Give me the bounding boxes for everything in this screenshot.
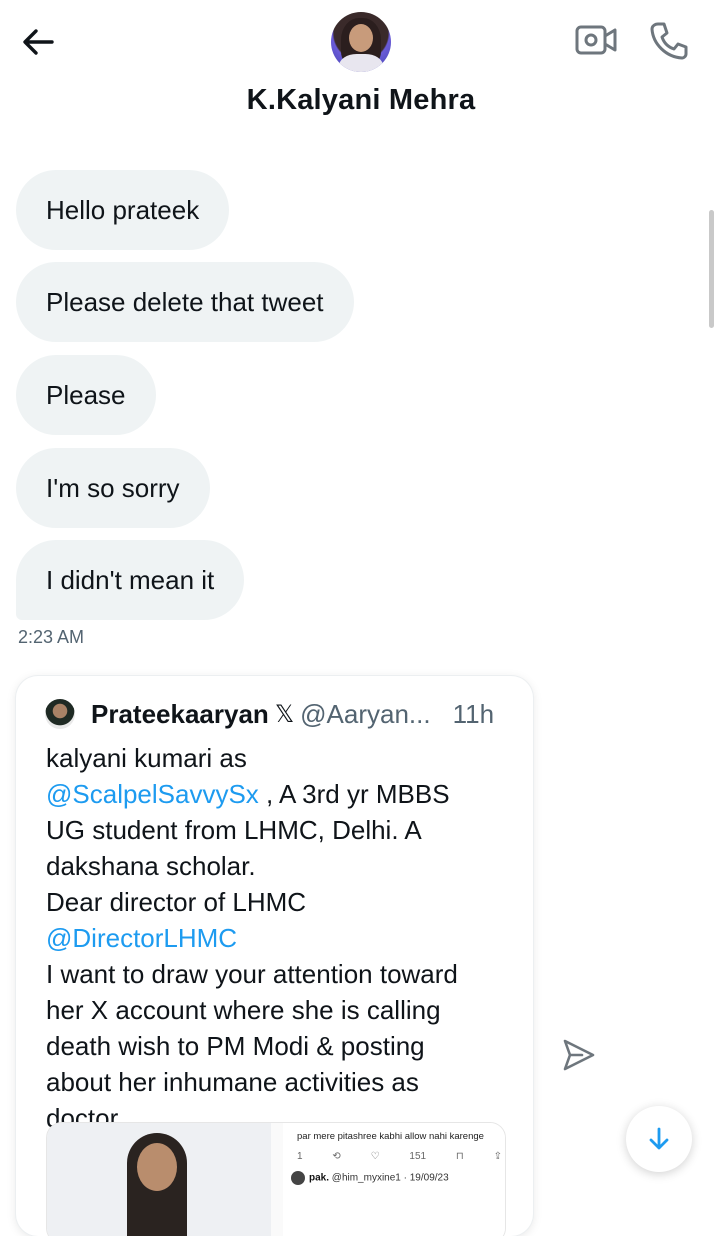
avatar-face [349,24,373,52]
media-stat: 151 [409,1151,427,1162]
back-button[interactable] [18,22,58,62]
media-reply-handle: @him_myxine1 · 19/09/23 [331,1172,449,1184]
video-camera-icon [575,25,617,55]
media-stat: ⇪ [493,1151,502,1162]
media-reply-name: pak. [309,1172,330,1184]
tweet-author-name: Prateekaaryan [91,698,269,729]
media-reply-avatar [291,1171,305,1185]
mention-link[interactable]: @DirectorLHMC [46,923,237,953]
media-reply-user: pak. @him_myxine1 · 19/09/23 [291,1171,449,1185]
tweet-time: 11h [452,698,495,729]
tweet-text: kalyani kumari as @ScalpelSavvySx , A 3r… [46,740,516,1136]
media-stat: 1 [297,1151,303,1162]
back-arrow-icon [23,29,54,55]
tweet-line: kalyani kumari as [46,743,247,773]
conversation-header: K.Kalyani Mehra [0,0,722,150]
media-stats: 1 ⟲ ♡ 151 ⊓ ⇪ [297,1151,502,1162]
media-stat: ⊓ [455,1151,464,1162]
mention-link[interactable]: @ScalpelSavvySx [46,779,259,809]
media-screenshot: par mere pitashree kabhi allow nahi kare… [283,1123,505,1236]
tweet-line: UG student from LHMC, Delhi. A [46,815,422,845]
video-call-button[interactable] [574,20,618,60]
message-bubble[interactable]: Please delete that tweet [16,262,354,342]
arrow-down-icon [649,1127,669,1150]
phone-icon [650,22,688,60]
tweet-header: Prateekaaryan 𝕏 @Aaryan... 11h [45,696,494,732]
media-photo [47,1123,271,1236]
tweet-author-handle: @Aaryan... [300,698,431,729]
message-bubble[interactable]: Please [16,355,156,435]
scroll-to-bottom-button[interactable] [626,1106,692,1172]
avatar-body [339,54,383,72]
contact-avatar[interactable] [331,12,391,72]
contact-name[interactable]: K.Kalyani Mehra [0,84,722,117]
tweet-line: @DirectorLHMC [46,920,516,956]
tweet-line: Dear director of LHMC [46,887,307,917]
x-badge-icon: 𝕏 [274,700,295,728]
tweet-line: dakshana scholar. [46,851,256,881]
tweet-line: death wish to PM Modi & posting [46,1031,425,1061]
share-button[interactable] [560,1036,598,1074]
tweet-media[interactable]: par mere pitashree kabhi allow nahi kare… [46,1122,506,1236]
tweet-line: I want to draw your attention toward [46,959,458,989]
tweet-line: @ScalpelSavvySx , A 3rd yr MBBS [46,776,516,812]
tweet-author-avatar [45,699,75,729]
media-stat: ♡ [370,1151,380,1162]
message-timestamp: 2:23 AM [18,627,85,647]
tweet-line: about her inhumane activities as [46,1067,419,1097]
message-bubble[interactable]: I didn't mean it [16,540,245,620]
media-quoted-text: par mere pitashree kabhi allow nahi kare… [297,1131,484,1142]
scrollbar[interactable] [709,210,714,328]
media-person-face [137,1143,177,1191]
send-icon [563,1039,595,1071]
tweet-line-text: , A 3rd yr MBBS [258,779,450,809]
message-bubble[interactable]: I'm so sorry [16,448,210,528]
tweet-line: her X account where she is calling [46,995,441,1025]
voice-call-button[interactable] [648,20,690,62]
shared-tweet-card[interactable]: Prateekaaryan 𝕏 @Aaryan... 11h kalyani k… [16,676,533,1236]
media-stat: ⟲ [332,1151,341,1162]
message-bubble[interactable]: Hello prateek [16,170,230,250]
